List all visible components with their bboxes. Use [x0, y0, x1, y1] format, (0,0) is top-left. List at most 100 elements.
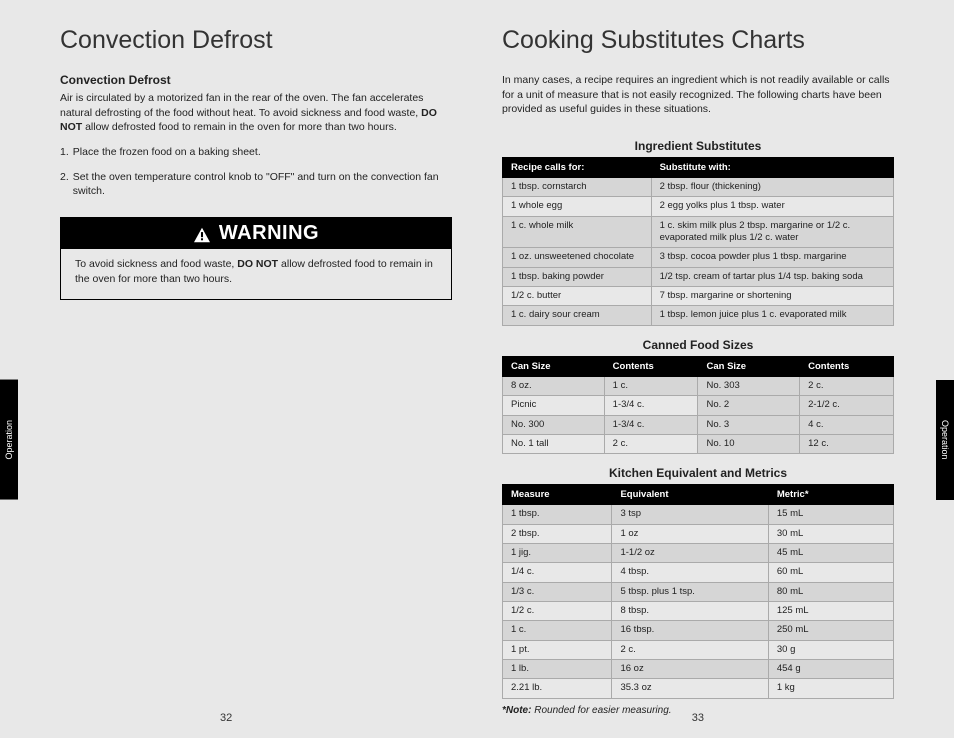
- table-cell: 60 mL: [768, 563, 893, 582]
- met-header-1: Measure: [503, 485, 612, 505]
- table-cell: 1 tbsp. cornstarch: [503, 178, 652, 197]
- warning-body: To avoid sickness and food waste, DO NOT…: [61, 249, 451, 298]
- table-cell: No. 10: [698, 434, 800, 453]
- metrics-title: Kitchen Equivalent and Metrics: [502, 466, 894, 480]
- table-cell: 1 tbsp. lemon juice plus 1 c. evaporated…: [651, 306, 893, 325]
- table-cell: 1/2 c.: [503, 601, 612, 620]
- step-num-2: 2.: [60, 170, 69, 199]
- table-row: 1 c.16 tbsp.250 mL: [503, 621, 894, 640]
- table-row: No. 1 tall2 c.No. 1012 c.: [503, 434, 894, 453]
- can-header-1: Can Size: [503, 356, 605, 376]
- table-cell: 2 c.: [604, 434, 698, 453]
- page-number-right: 33: [692, 712, 704, 724]
- warning-label: WARNING: [219, 222, 319, 245]
- warning-bold: DO NOT: [237, 258, 278, 270]
- table-row: 1 whole egg2 egg yolks plus 1 tbsp. wate…: [503, 197, 894, 216]
- table-row: Picnic1-3/4 c.No. 22-1/2 c.: [503, 396, 894, 415]
- table-cell: No. 3: [698, 415, 800, 434]
- table-cell: 4 c.: [800, 415, 894, 434]
- table-cell: 1 whole egg: [503, 197, 652, 216]
- metrics-table: Measure Equivalent Metric* 1 tbsp.3 tsp1…: [502, 484, 894, 698]
- table-cell: 1 c. skim milk plus 2 tbsp. margarine or…: [651, 216, 893, 248]
- table-row: 1 c. dairy sour cream1 tbsp. lemon juice…: [503, 306, 894, 325]
- table-cell: 454 g: [768, 659, 893, 678]
- table-cell: 16 oz: [612, 659, 768, 678]
- right-heading: Cooking Substitutes Charts: [502, 26, 894, 55]
- table-cell: 1/3 c.: [503, 582, 612, 601]
- table-row: 1 tbsp.3 tsp15 mL: [503, 505, 894, 524]
- table-cell: 1 c. whole milk: [503, 216, 652, 248]
- table-cell: 1 oz. unsweetened chocolate: [503, 248, 652, 267]
- table-cell: 250 mL: [768, 621, 893, 640]
- table-cell: 1 kg: [768, 679, 893, 698]
- table-cell: No. 303: [698, 376, 800, 395]
- warning-box: WARNING To avoid sickness and food waste…: [60, 217, 452, 299]
- table-row: No. 3001-3/4 c.No. 34 c.: [503, 415, 894, 434]
- table-row: 1 c. whole milk1 c. skim milk plus 2 tbs…: [503, 216, 894, 248]
- table-cell: 1 c.: [604, 376, 698, 395]
- table-cell: 1 c. dairy sour cream: [503, 306, 652, 325]
- ingredient-title: Ingredient Substitutes: [502, 139, 894, 153]
- warning-header: WARNING: [61, 218, 451, 249]
- step-text-2: Set the oven temperature control knob to…: [73, 170, 452, 199]
- table-row: 1 lb.16 oz454 g: [503, 659, 894, 678]
- table-row: 1/4 c.4 tbsp.60 mL: [503, 563, 894, 582]
- table-cell: 1 oz: [612, 524, 768, 543]
- table-cell: No. 1 tall: [503, 434, 605, 453]
- left-heading: Convection Defrost: [60, 26, 452, 55]
- table-cell: 1-1/2 oz: [612, 543, 768, 562]
- note-text: Rounded for easier measuring.: [531, 705, 671, 716]
- table-cell: 8 tbsp.: [612, 601, 768, 620]
- ing-header-2: Substitute with:: [651, 158, 893, 178]
- met-header-2: Equivalent: [612, 485, 768, 505]
- table-cell: Picnic: [503, 396, 605, 415]
- table-row: 1 jig.1-1/2 oz45 mL: [503, 543, 894, 562]
- canned-title: Canned Food Sizes: [502, 338, 894, 352]
- table-cell: 1 jig.: [503, 543, 612, 562]
- table-cell: 1-3/4 c.: [604, 415, 698, 434]
- step-2: 2. Set the oven temperature control knob…: [60, 170, 452, 199]
- table-row: 1 oz. unsweetened chocolate3 tbsp. cocoa…: [503, 248, 894, 267]
- table-cell: 1 tbsp.: [503, 505, 612, 524]
- table-cell: 16 tbsp.: [612, 621, 768, 640]
- table-cell: 45 mL: [768, 543, 893, 562]
- left-subheading: Convection Defrost: [60, 73, 452, 87]
- step-num-1: 1.: [60, 145, 69, 160]
- table-cell: 1 tbsp. baking powder: [503, 267, 652, 286]
- table-row: 1 pt.2 c.30 g: [503, 640, 894, 659]
- right-page: Cooking Substitutes Charts In many cases…: [502, 20, 894, 698]
- can-header-2: Contents: [604, 356, 698, 376]
- table-cell: 2.21 lb.: [503, 679, 612, 698]
- table-row: 8 oz.1 c.No. 3032 c.: [503, 376, 894, 395]
- step-text-1: Place the frozen food on a baking sheet.: [73, 145, 261, 160]
- intro-text-b: allow defrosted food to remain in the ov…: [82, 121, 397, 133]
- table-cell: 1/2 tsp. cream of tartar plus 1/4 tsp. b…: [651, 267, 893, 286]
- step-1: 1. Place the frozen food on a baking she…: [60, 145, 452, 160]
- table-cell: 3 tsp: [612, 505, 768, 524]
- left-intro: Air is circulated by a motorized fan in …: [60, 91, 452, 135]
- table-cell: 2 c.: [612, 640, 768, 659]
- can-header-3: Can Size: [698, 356, 800, 376]
- warning-text-a: To avoid sickness and food waste,: [75, 258, 237, 270]
- table-cell: No. 300: [503, 415, 605, 434]
- table-cell: 1 lb.: [503, 659, 612, 678]
- table-cell: 1/4 c.: [503, 563, 612, 582]
- table-cell: 1/2 c. butter: [503, 287, 652, 306]
- table-row: 1 tbsp. cornstarch2 tbsp. flour (thicken…: [503, 178, 894, 197]
- table-cell: 30 g: [768, 640, 893, 659]
- table-row: 1/2 c.8 tbsp.125 mL: [503, 601, 894, 620]
- table-cell: 2-1/2 c.: [800, 396, 894, 415]
- table-row: 1/3 c.5 tbsp. plus 1 tsp.80 mL: [503, 582, 894, 601]
- table-cell: 8 oz.: [503, 376, 605, 395]
- ing-header-1: Recipe calls for:: [503, 158, 652, 178]
- table-cell: 80 mL: [768, 582, 893, 601]
- table-cell: 30 mL: [768, 524, 893, 543]
- table-cell: 3 tbsp. cocoa powder plus 1 tbsp. margar…: [651, 248, 893, 267]
- table-cell: 2 tbsp.: [503, 524, 612, 543]
- can-header-4: Contents: [800, 356, 894, 376]
- table-cell: 1-3/4 c.: [604, 396, 698, 415]
- table-cell: 2 egg yolks plus 1 tbsp. water: [651, 197, 893, 216]
- table-row: 1/2 c. butter7 tbsp. margarine or shorte…: [503, 287, 894, 306]
- page-number-left: 32: [220, 712, 232, 724]
- table-cell: 1 c.: [503, 621, 612, 640]
